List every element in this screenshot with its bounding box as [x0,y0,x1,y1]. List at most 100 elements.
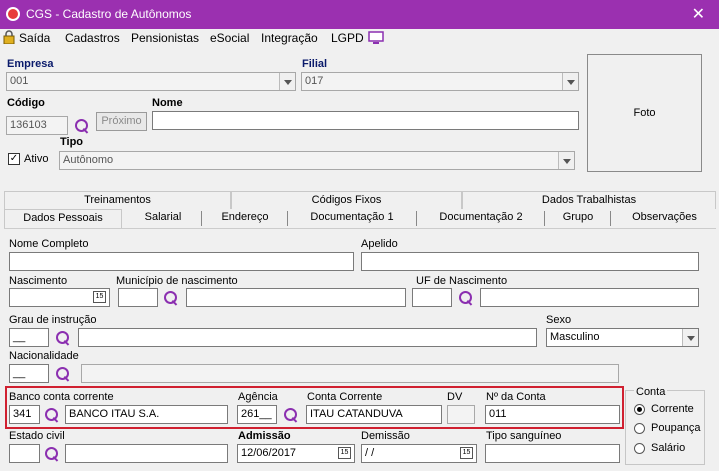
menu-esocial[interactable]: eSocial [210,31,249,45]
lock-icon [3,30,15,47]
grau-name-field[interactable] [78,328,537,347]
nome-completo-field[interactable] [9,252,354,271]
empresa-value: 001 [10,75,29,87]
nacionalidade-name-field[interactable] [81,364,619,383]
tab-observacoes[interactable]: Observações [613,209,716,228]
sexo-value: Masculino [550,331,600,343]
tab-dados-pessoais[interactable]: Dados Pessoais [4,209,122,228]
menu-lgpd[interactable]: LGPD [331,31,364,45]
apelido-field[interactable] [361,252,699,271]
photo-box[interactable]: Foto [587,54,702,172]
nome-field[interactable] [152,111,579,130]
estado-civil-code-field[interactable] [9,444,40,463]
search-icon[interactable] [44,446,60,462]
search-icon[interactable] [55,366,71,382]
conta-corrente-field[interactable]: ITAU CATANDUVA [306,405,442,424]
ativo-checkbox[interactable]: ✓ [8,153,20,165]
codigo-label: Código [7,97,45,109]
tab-salarial[interactable]: Salarial [126,209,200,228]
nacionalidade-code-field[interactable]: __ [9,364,49,383]
conta-corrente-label: Conta Corrente [307,391,383,403]
estado-civil-label: Estado civil [9,430,65,442]
filial-combo[interactable]: 017 [301,72,579,91]
chevron-down-icon[interactable] [682,329,698,346]
admissao-field[interactable]: 12/06/2017 15 [237,444,355,463]
tipo-label: Tipo [60,136,84,148]
tab-documentacao-1[interactable]: Documentação 1 [290,209,414,228]
codigo-field[interactable]: 136103 [6,116,68,135]
tab-separator [287,211,288,226]
menu-bar: Saída Cadastros Pensionistas eSocial Int… [0,29,719,49]
nascimento-field[interactable]: 15 [9,288,110,307]
calendar-icon[interactable]: 15 [93,291,106,303]
uf-code-field[interactable] [412,288,452,307]
municipio-name-field[interactable] [186,288,406,307]
demissao-value: / / [365,447,375,459]
tab-separator [416,211,417,226]
sexo-combo[interactable]: Masculino [546,328,699,347]
agencia-field[interactable]: 261__ [237,405,277,424]
search-icon[interactable] [74,118,90,134]
radio-salario[interactable] [634,443,645,454]
tab-grupo[interactable]: Grupo [547,209,609,228]
admissao-value: 12/06/2017 [241,447,297,459]
municipio-label: Município de nascimento [116,275,238,287]
search-icon[interactable] [283,407,299,423]
dv-field[interactable] [447,405,475,424]
grau-label: Grau de instrução [9,314,97,326]
menu-pensionistas[interactable]: Pensionistas [131,31,199,45]
chevron-down-icon[interactable] [279,73,295,90]
menu-cadastros[interactable]: Cadastros [65,31,120,45]
search-icon[interactable] [44,407,60,423]
dv-label: DV [447,391,463,403]
tipo-sanguineo-field[interactable] [485,444,620,463]
tab-documentacao-2[interactable]: Documentação 2 [419,209,543,228]
chevron-down-icon[interactable] [562,73,578,90]
tipo-value: Autônomo [63,154,114,166]
menu-saida[interactable]: Saída [19,31,50,45]
calendar-icon[interactable]: 15 [338,447,351,459]
tab-codigos-fixos[interactable]: Códigos Fixos [231,191,462,209]
numero-conta-field[interactable]: 011 [485,405,620,424]
radio-poupanca[interactable] [634,423,645,434]
grau-code-field[interactable]: __ [9,328,49,347]
tipo-sanguineo-label: Tipo sanguíneo [486,430,562,442]
radio-corrente-label: Corrente [651,403,694,415]
banco-name-field[interactable]: BANCO ITAU S.A. [65,405,228,424]
radio-poupanca-label: Poupança [651,422,701,434]
calendar-icon[interactable]: 15 [460,447,473,459]
proximo-button[interactable]: Próximo [96,112,147,131]
banco-code-field[interactable]: 341 [9,405,40,424]
demissao-field[interactable]: / / 15 [361,444,477,463]
search-icon[interactable] [55,330,71,346]
ativo-label: Ativo [24,153,49,165]
apelido-label: Apelido [361,238,398,250]
search-icon[interactable] [458,290,474,306]
close-icon[interactable]: ✕ [692,4,705,24]
monitor-icon[interactable] [368,31,384,48]
tab-treinamentos[interactable]: Treinamentos [4,191,231,209]
search-icon[interactable] [163,290,179,306]
nome-completo-label: Nome Completo [9,238,89,250]
nacionalidade-label: Nacionalidade [9,350,79,362]
tab-endereco[interactable]: Endereço [204,209,286,228]
radio-corrente[interactable] [634,404,645,415]
municipio-code-field[interactable] [118,288,158,307]
tipo-combo[interactable]: Autônomo [59,151,575,170]
agencia-label: Agência [238,391,278,403]
filial-label: Filial [302,58,328,70]
title-bar: CGS - Cadastro de Autônomos ✕ [0,0,719,29]
chevron-down-icon[interactable] [558,152,574,169]
numero-conta-label: Nº da Conta [486,391,546,403]
uf-label: UF de Nascimento [416,275,508,287]
banco-label: Banco conta corrente [9,391,114,403]
tab-separator [544,211,545,226]
tab-dados-trabalhistas[interactable]: Dados Trabalhistas [462,191,716,209]
nome-label: Nome [152,97,183,109]
estado-civil-name-field[interactable] [65,444,228,463]
empresa-combo[interactable]: 001 [6,72,296,91]
uf-name-field[interactable] [480,288,699,307]
demissao-label: Demissão [361,430,410,442]
menu-integracao[interactable]: Integração [261,31,318,45]
window-title: CGS - Cadastro de Autônomos [26,7,192,21]
